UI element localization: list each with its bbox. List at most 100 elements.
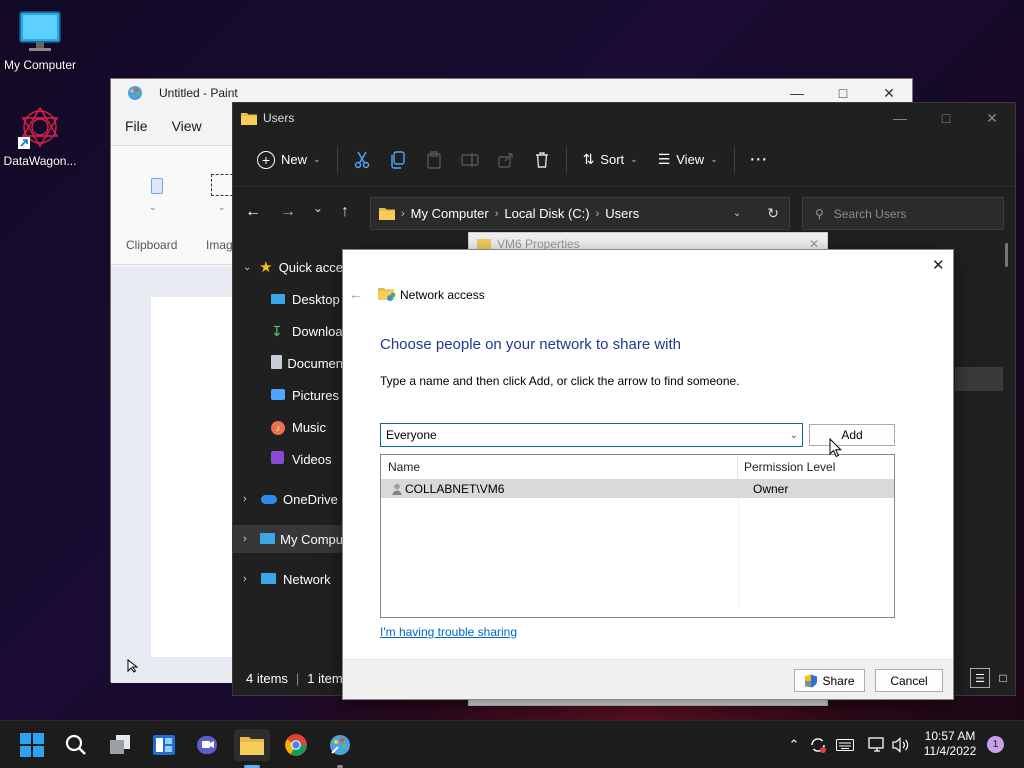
paint-taskbar-icon[interactable]: [322, 729, 358, 761]
download-icon: ↧: [271, 322, 283, 339]
chevron-right-icon: ›: [494, 207, 499, 220]
search-input[interactable]: ⚲ Search Users: [802, 197, 1004, 230]
clock[interactable]: 10:57 AM 11/4/2022: [918, 729, 982, 759]
volume-icon[interactable]: [890, 735, 912, 755]
explorer-toolbar: + New ⌄ ⇅ Sort ⌄ ☰ View ⌄ ⋯: [233, 133, 1015, 187]
image-group-label: Imag: [206, 238, 233, 252]
network-icon: [261, 572, 283, 587]
search-icon[interactable]: [58, 729, 94, 761]
nav-pictures[interactable]: Pictures: [233, 381, 343, 409]
combo-value: Everyone: [386, 428, 437, 442]
share-button[interactable]: Share: [794, 669, 865, 692]
share-name-combobox[interactable]: Everyone ⌄: [380, 423, 803, 447]
back-arrow-icon[interactable]: ←: [245, 203, 261, 221]
chevron-down-icon: ⌄: [313, 154, 321, 164]
up-arrow-icon[interactable]: ↑: [341, 203, 349, 221]
menu-view[interactable]: View: [172, 118, 202, 134]
column-permission[interactable]: Permission Level: [738, 460, 835, 474]
network-tray-icon[interactable]: [866, 735, 888, 755]
dialog-footer: Share Cancel: [343, 659, 953, 699]
breadcrumb-local-disk[interactable]: Local Disk (C:): [504, 206, 589, 221]
more-options-icon[interactable]: ⋯: [741, 143, 777, 177]
column-name[interactable]: Name: [381, 455, 738, 479]
chrome-icon[interactable]: [278, 729, 314, 761]
teams-chat-icon[interactable]: [190, 729, 226, 761]
rename-icon[interactable]: [452, 143, 488, 177]
dialog-instruction: Type a name and then click Add, or click…: [380, 374, 740, 388]
sharing-list[interactable]: Name Permission Level COLLABNET\VM6 Owne…: [380, 454, 895, 618]
copy-icon[interactable]: [380, 143, 416, 177]
back-arrow-icon[interactable]: ←: [349, 286, 363, 302]
forward-arrow-icon[interactable]: →: [280, 203, 296, 221]
maximize-icon[interactable]: □: [923, 104, 969, 132]
chevron-right-icon: ›: [243, 533, 247, 545]
start-button[interactable]: [14, 729, 50, 761]
scrollbar[interactable]: [1005, 243, 1008, 267]
close-icon[interactable]: ✕: [932, 256, 945, 274]
view-button[interactable]: ☰ View ⌄: [648, 143, 728, 177]
widgets-icon[interactable]: [146, 729, 182, 761]
datawagon-logo-icon: [17, 104, 63, 150]
star-icon: ★: [259, 259, 273, 276]
chevron-down-icon[interactable]: ⌄: [218, 202, 226, 213]
menu-file[interactable]: File: [125, 118, 148, 134]
selected-count: 1 item: [307, 670, 343, 686]
tiles-view-icon[interactable]: □: [993, 668, 1013, 688]
chevron-down-icon[interactable]: ⌄: [790, 430, 798, 441]
delete-icon[interactable]: [524, 143, 560, 177]
desktop-icon-my-computer[interactable]: My Computer: [0, 10, 80, 72]
recent-chevron-icon[interactable]: ⌄: [313, 201, 323, 215]
breadcrumb-my-computer[interactable]: My Computer: [411, 206, 489, 221]
clipboard-icon[interactable]: [151, 178, 163, 194]
table-row[interactable]: COLLABNET\VM6 Owner: [381, 479, 894, 498]
desktop-icon: [271, 292, 292, 307]
sort-button[interactable]: ⇅ Sort ⌄: [573, 143, 648, 177]
nav-desktop[interactable]: Desktop: [233, 285, 343, 313]
row-permission[interactable]: Owner: [746, 482, 788, 496]
notification-count: 1: [992, 739, 999, 750]
paint-canvas[interactable]: [151, 297, 241, 657]
chevron-right-icon: ›: [595, 207, 600, 220]
details-view-icon[interactable]: ☰: [970, 668, 990, 688]
refresh-icon[interactable]: ↻: [767, 205, 779, 222]
close-icon[interactable]: ✕: [969, 104, 1015, 132]
address-bar[interactable]: › My Computer › Local Disk (C:) › Users …: [370, 197, 790, 230]
cut-icon[interactable]: [344, 143, 380, 177]
selection-icon[interactable]: [211, 174, 233, 196]
new-button[interactable]: + New ⌄: [247, 143, 331, 177]
show-hidden-icons-chevron-icon[interactable]: ⌃: [783, 735, 805, 755]
nav-network[interactable]: › Network: [233, 565, 343, 593]
dialog-title: Network access: [400, 288, 485, 302]
nav-documents[interactable]: Documen: [233, 349, 343, 377]
chevron-down-icon[interactable]: ⌄: [149, 202, 157, 213]
desktop-icon-datawagon[interactable]: DataWagon...: [0, 104, 80, 168]
nav-videos[interactable]: Videos: [233, 445, 343, 473]
minimize-icon[interactable]: —: [877, 104, 923, 132]
nav-onedrive[interactable]: › OneDrive: [233, 485, 343, 513]
file-explorer-taskbar-icon[interactable]: [234, 729, 270, 761]
sync-icon[interactable]: [807, 735, 829, 755]
desktop-icon-label: My Computer: [3, 58, 77, 72]
nav-label: Quick acce: [278, 259, 343, 275]
navigation-pane: ⌄ ★ Quick acce Desktop ↧ Downloa Documen…: [233, 249, 343, 659]
trouble-sharing-link[interactable]: I'm having trouble sharing: [380, 625, 517, 639]
chevron-down-icon: ⌄: [243, 261, 252, 273]
cancel-button[interactable]: Cancel: [875, 669, 943, 692]
nav-quick-access[interactable]: ⌄ ★ Quick acce: [233, 253, 343, 281]
item-count: 4 items: [246, 670, 288, 686]
breadcrumb-users[interactable]: Users: [605, 206, 639, 221]
status-separator: |: [295, 670, 300, 686]
explorer-titlebar[interactable]: Users — □ ✕: [233, 103, 1015, 133]
address-dropdown-icon[interactable]: ⌄: [733, 208, 741, 219]
nav-downloads[interactable]: ↧ Downloa: [233, 317, 343, 345]
add-button[interactable]: Add: [809, 424, 895, 446]
nav-my-computer[interactable]: › My Compu: [233, 525, 343, 553]
task-view-icon[interactable]: [102, 729, 138, 761]
network-access-dialog[interactable]: ✕ ← Network access Choose people on your…: [342, 249, 954, 700]
keyboard-icon[interactable]: [834, 735, 856, 755]
monitor-icon: [18, 10, 62, 54]
notification-badge[interactable]: 1: [987, 736, 1004, 753]
nav-music[interactable]: ♪ Music: [233, 413, 343, 441]
share-icon[interactable]: [488, 143, 524, 177]
paste-icon[interactable]: [416, 143, 452, 177]
